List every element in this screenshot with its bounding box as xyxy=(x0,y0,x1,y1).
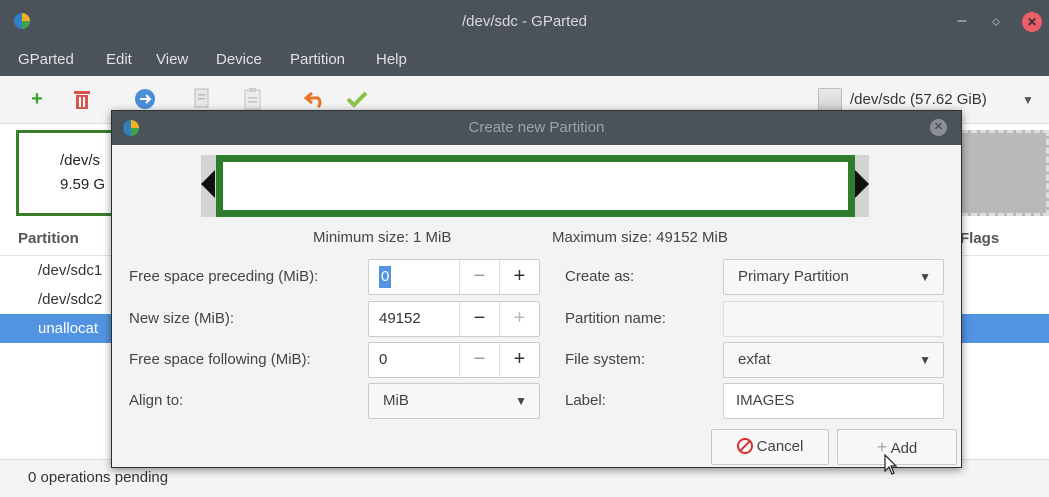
close-window-icon[interactable]: ✕ xyxy=(1022,12,1042,32)
free-preceding-label: Free space preceding (MiB): xyxy=(129,268,319,285)
undo-icon[interactable] xyxy=(304,90,326,108)
increment-button[interactable]: + xyxy=(499,302,539,336)
decrement-button[interactable]: − xyxy=(459,260,499,294)
row-partition-name: /dev/sdc1 xyxy=(38,262,103,279)
align-to-value: MiB xyxy=(383,392,409,409)
chevron-down-icon: ▼ xyxy=(515,394,527,408)
create-as-value: Primary Partition xyxy=(738,268,849,285)
row-partition-name: unallocat xyxy=(38,320,99,337)
file-system-value: exfat xyxy=(738,351,771,368)
cancel-label: Cancel xyxy=(756,438,804,455)
label-field[interactable]: IMAGES xyxy=(723,383,944,419)
new-partition-icon[interactable]: + xyxy=(26,88,48,110)
new-size-label: New size (MiB): xyxy=(129,310,235,327)
menu-device[interactable]: Device xyxy=(216,44,262,76)
copy-icon[interactable] xyxy=(194,88,212,110)
cancel-button[interactable]: Cancel xyxy=(711,429,829,465)
menu-gparted[interactable]: GParted xyxy=(18,44,74,76)
column-header-partition[interactable]: Partition xyxy=(18,230,79,247)
new-size-spinner[interactable]: 49152 − + xyxy=(368,301,540,337)
partition-block-size: 9.59 G xyxy=(60,176,106,193)
label-label: Label: xyxy=(565,392,606,409)
free-following-value[interactable]: 0 xyxy=(379,343,387,377)
partition-name-field[interactable] xyxy=(723,301,944,337)
resize-handle-left-icon[interactable] xyxy=(201,170,215,198)
create-as-label: Create as: xyxy=(565,268,635,285)
delete-icon[interactable] xyxy=(72,88,92,110)
free-following-label: Free space following (MiB): xyxy=(129,351,311,368)
resize-handle-right-icon[interactable] xyxy=(855,170,869,198)
dialog-title: Create new Partition xyxy=(468,119,605,136)
new-size-value[interactable]: 49152 xyxy=(379,302,421,336)
increment-button[interactable]: + xyxy=(499,343,539,377)
disk-icon xyxy=(818,88,842,112)
increment-button[interactable]: + xyxy=(499,260,539,294)
file-system-select[interactable]: exfat ▼ xyxy=(723,342,944,378)
maximize-icon[interactable]: ⬦ xyxy=(986,12,1006,32)
row-partition-name: /dev/sdc2 xyxy=(38,291,103,308)
max-size-text: Maximum size: 49152 MiB xyxy=(552,229,728,246)
partition-block-name: /dev/s xyxy=(60,152,101,169)
file-system-label: File system: xyxy=(565,351,646,368)
apply-icon[interactable] xyxy=(346,90,368,108)
menubar: GParted Edit View Device Partition Help xyxy=(0,44,1049,76)
align-to-label: Align to: xyxy=(129,392,184,409)
resize-move-icon[interactable] xyxy=(134,88,156,110)
decrement-button[interactable]: − xyxy=(459,302,499,336)
chevron-down-icon: ▼ xyxy=(919,353,931,367)
mouse-cursor-icon xyxy=(884,454,898,475)
close-dialog-icon[interactable]: ✕ xyxy=(930,119,947,136)
partition-resizer[interactable] xyxy=(216,155,855,217)
chevron-down-icon[interactable]: ▼ xyxy=(1022,84,1034,116)
menu-partition[interactable]: Partition xyxy=(290,44,345,76)
decrement-button[interactable]: − xyxy=(459,343,499,377)
min-size-text: Minimum size: 1 MiB xyxy=(313,229,452,246)
align-to-select[interactable]: MiB ▼ xyxy=(368,383,540,419)
window-title: /dev/sdc - GParted xyxy=(461,13,588,30)
cancel-icon xyxy=(736,438,753,454)
create-partition-dialog: Create new Partition ✕ Minimum size: 1 M… xyxy=(111,110,962,468)
column-header-flags[interactable]: Flags xyxy=(960,230,999,247)
menu-view[interactable]: View xyxy=(156,44,188,76)
free-following-spinner[interactable]: 0 − + xyxy=(368,342,540,378)
partition-name-label: Partition name: xyxy=(565,310,666,327)
create-as-select[interactable]: Primary Partition ▼ xyxy=(723,259,944,295)
free-preceding-value[interactable]: 0 xyxy=(379,266,392,288)
menu-edit[interactable]: Edit xyxy=(106,44,132,76)
paste-icon[interactable] xyxy=(244,88,262,110)
minimize-icon[interactable]: – xyxy=(952,12,972,32)
free-preceding-spinner[interactable]: 0 − + xyxy=(368,259,540,295)
partition-block[interactable] xyxy=(16,130,126,216)
chevron-down-icon: ▼ xyxy=(919,270,931,284)
menu-help[interactable]: Help xyxy=(376,44,407,76)
label-value: IMAGES xyxy=(736,392,795,409)
